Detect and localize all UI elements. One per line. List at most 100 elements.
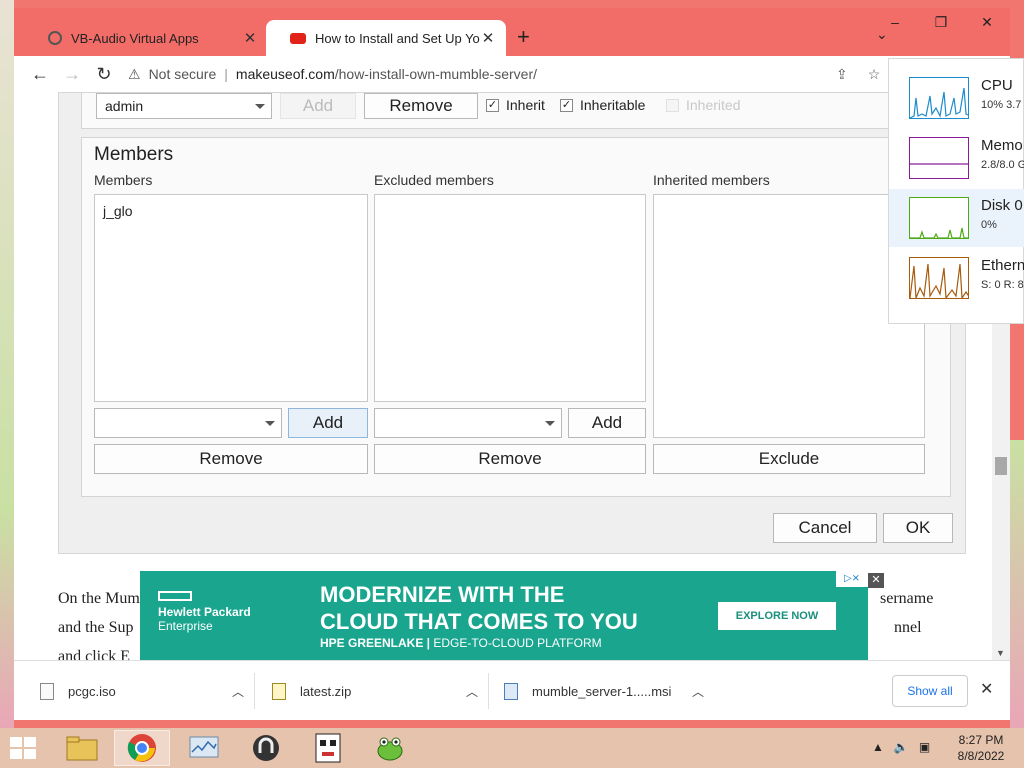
browser-window: VB-Audio Virtual Apps ✕ How to Install a… (14, 8, 1010, 720)
scroll-down-icon[interactable]: ▼ (996, 648, 1005, 658)
inherit-label: Inherit (506, 97, 545, 113)
url-path: /how-install-own-mumble-server/ (334, 66, 538, 82)
installer-icon (504, 682, 518, 700)
network-icon[interactable]: ▣ (919, 740, 930, 754)
warning-icon[interactable]: ⚠ (128, 66, 141, 83)
share-icon[interactable]: ⇪ (836, 66, 848, 83)
members-group-title: Members (94, 144, 174, 165)
checkmark-icon: ✓ (560, 98, 573, 112)
resource-monitor-icon[interactable] (176, 730, 232, 766)
url-text[interactable]: makeuseof.com/how-install-own-mumble-ser… (236, 66, 537, 82)
memory-graph-icon (909, 137, 969, 179)
restore-icon[interactable]: ❐ (918, 8, 964, 36)
resource-row-ethernet[interactable]: Ethern S: 0 R: 8 (889, 249, 1024, 307)
reload-icon[interactable]: ↻ (88, 64, 120, 85)
inherited-checkbox: Inherited (666, 97, 740, 113)
desktop-wallpaper (0, 0, 14, 728)
resource-name: Ethern (981, 257, 1024, 274)
ad-headline-line: CLOUD THAT COMES TO YOU (320, 609, 638, 634)
chevron-down-icon (265, 421, 275, 426)
download-item[interactable]: pcgc.iso ︿ (40, 661, 244, 721)
windows-logo-part (24, 737, 36, 747)
resource-value: 2.8/8.0 G (981, 159, 1024, 171)
excluded-combo (374, 408, 562, 438)
file-icon (40, 682, 54, 700)
remove-label: Remove (389, 96, 453, 115)
close-tab-icon[interactable]: ✕ (480, 29, 496, 47)
volume-icon[interactable]: 🔈 (894, 740, 909, 754)
remove-label: Remove (199, 449, 263, 468)
bookmark-star-icon[interactable]: ☆ (868, 66, 881, 83)
inherited-label: Inherited (686, 97, 741, 113)
file-explorer-icon[interactable] (54, 730, 110, 766)
resource-row-cpu[interactable]: CPU 10% 3.7 (889, 69, 1024, 127)
show-hidden-icons-chevron-icon[interactable]: ▲ (872, 740, 884, 754)
ad-cta-button[interactable]: EXPLORE NOW (718, 602, 836, 630)
clock-date: 8/8/2022 (957, 749, 1005, 763)
chevron-up-icon[interactable]: ︿ (692, 683, 704, 700)
chrome-icon[interactable] (114, 730, 170, 766)
mumble-icon[interactable] (238, 730, 294, 766)
close-tab-icon[interactable]: ✕ (242, 29, 258, 47)
exclude-button: Exclude (653, 444, 925, 474)
download-name: pcgc.iso (68, 683, 116, 699)
ad-brand-line: Enterprise (158, 619, 213, 633)
start-button-windows-icon[interactable] (10, 737, 38, 761)
inherit-checkbox: ✓ Inherit (486, 97, 545, 113)
list-item: j_glo (103, 203, 133, 219)
close-window-icon[interactable]: ✕ (964, 8, 1010, 36)
article-line: and click E (58, 642, 130, 660)
windows-logo-part (10, 737, 22, 747)
members-group: Members Members j_glo Add Remove Exclude… (81, 137, 951, 497)
ad-close-icon[interactable]: ✕ (868, 573, 884, 588)
checkbox-icon (666, 98, 679, 112)
ad-subline: HPE GREENLAKE | EDGE-TO-CLOUD PLATFORM (320, 636, 602, 650)
scrollbar-thumb[interactable] (995, 457, 1007, 475)
add-button: Add (280, 93, 356, 119)
add-label: Add (591, 413, 623, 432)
remove-label: Remove (478, 449, 542, 468)
resource-row-disk[interactable]: Disk 0 0% (889, 189, 1024, 247)
system-clock[interactable]: 8:27 PM 8/8/2022 (948, 732, 1014, 764)
add-label: Add (312, 413, 344, 432)
add-label: Add (302, 96, 334, 115)
divider (254, 673, 255, 709)
security-label[interactable]: Not secure (149, 66, 217, 82)
back-icon[interactable]: ← (24, 64, 56, 85)
resource-name: Memo (981, 137, 1023, 154)
resource-monitor-panel: CPU 10% 3.7 Memo 2.8/8.0 G Disk 0 0% Eth… (888, 58, 1024, 324)
article-line: nnel (894, 619, 922, 636)
page-content: admin Add Remove ✓ Inherit ✓ Inheritable I… (14, 92, 992, 660)
clock-time: 8:27 PM (958, 733, 1004, 747)
download-item[interactable]: latest.zip ︿ (272, 661, 478, 721)
browser-toolbar: ← → ↻ ⚠ Not secure | makeuseof.com/how-i… (14, 56, 1010, 92)
tab-title: How to Install and Set Up Your O (315, 30, 480, 46)
close-shelf-icon[interactable]: ✕ (980, 679, 993, 699)
download-item[interactable]: mumble_server-1.....msi ︿ (504, 661, 704, 721)
tab-makeuseof[interactable]: How to Install and Set Up Your O ✕ (266, 20, 506, 56)
adchoices-icon[interactable]: ▷⨯ (836, 571, 868, 587)
minimize-icon[interactable]: – (872, 8, 918, 36)
address-bar[interactable]: ⚠ Not secure | makeuseof.com/how-install… (128, 60, 908, 88)
members-combo (94, 408, 282, 438)
makeuseof-favicon-icon (290, 32, 306, 44)
hpe-logo-icon (158, 591, 192, 601)
members-list: j_glo (94, 194, 368, 402)
divider (488, 673, 489, 709)
chevron-up-icon[interactable]: ︿ (466, 683, 478, 700)
tab-vb-audio[interactable]: VB-Audio Virtual Apps ✕ (24, 20, 268, 56)
show-all-button[interactable]: Show all (892, 675, 968, 707)
character-app-icon[interactable] (300, 730, 356, 766)
forward-icon[interactable]: → (56, 64, 88, 85)
disk-graph-icon (909, 197, 969, 239)
group-combo: admin (96, 93, 272, 119)
new-tab-icon[interactable]: + (517, 24, 530, 50)
article-line: sername (880, 590, 934, 607)
members-column-label: Members (94, 172, 153, 188)
ad-brand: Hewlett Packard Enterprise (158, 605, 251, 633)
advertisement-banner[interactable]: Hewlett Packard Enterprise MODERNIZE WIT… (140, 571, 868, 660)
ad-headline: MODERNIZE WITH THE CLOUD THAT COMES TO Y… (320, 581, 638, 635)
chevron-up-icon[interactable]: ︿ (232, 683, 244, 700)
frog-app-icon[interactable] (362, 730, 418, 766)
resource-row-memory[interactable]: Memo 2.8/8.0 G (889, 129, 1024, 187)
